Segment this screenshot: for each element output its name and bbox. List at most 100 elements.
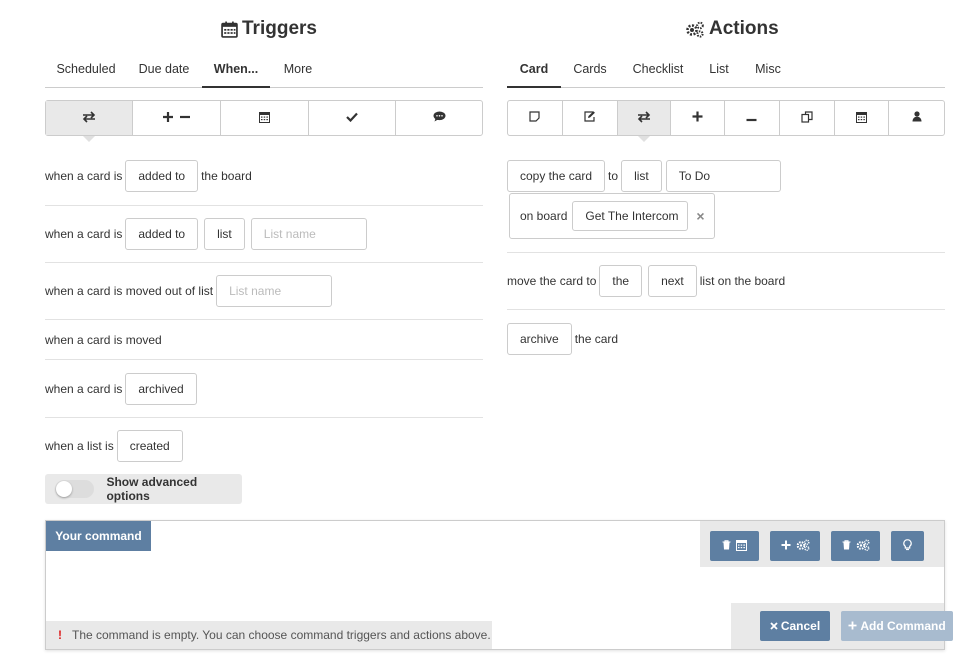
row-text: the card: [574, 332, 619, 346]
row-text: when a list is: [45, 439, 114, 453]
created-select[interactable]: created: [116, 430, 183, 462]
close-icon: [770, 619, 778, 633]
minus-icon: [746, 111, 757, 125]
copy-icon: [801, 110, 813, 126]
calendar-icon: [259, 111, 270, 126]
cancel-label: Cancel: [780, 619, 821, 633]
divider: [507, 252, 945, 253]
list-name-input[interactable]: To Do: [665, 160, 781, 192]
date-action-button[interactable]: [835, 101, 890, 135]
clear-icon[interactable]: ×: [696, 208, 704, 224]
add-command-label: Add Command: [860, 619, 946, 633]
divider: [45, 359, 483, 360]
copy-action-button[interactable]: [780, 101, 835, 135]
advanced-options-toggle[interactable]: Show advanced options: [45, 474, 242, 504]
calendar-icon: [221, 21, 238, 38]
add-remove-trigger-button[interactable]: [133, 101, 221, 135]
gears-icon: [856, 539, 870, 554]
tab-card[interactable]: Card: [507, 55, 561, 88]
tab-due-date[interactable]: Due date: [129, 55, 199, 88]
trigger-row-added-board[interactable]: when a card is added to the board: [45, 160, 252, 192]
gears-icon: [796, 539, 810, 554]
next-select[interactable]: next: [648, 265, 697, 297]
trigger-tabs: Scheduled Due date When... More: [45, 55, 483, 88]
trash-icon: [842, 539, 851, 553]
comment-icon: [433, 111, 446, 125]
move-action-button[interactable]: [617, 101, 672, 142]
trigger-row-moved-out[interactable]: when a card is moved out of list List na…: [45, 275, 335, 307]
comment-trigger-button[interactable]: [396, 101, 482, 135]
board-name-input[interactable]: Get The Intercom: [572, 201, 689, 231]
move-trigger-button[interactable]: [46, 101, 133, 142]
plus-icon: [692, 111, 703, 125]
divider: [45, 319, 483, 320]
triggers-title: Triggers: [242, 18, 317, 39]
row-text: when a card is moved out of list: [45, 284, 214, 298]
plus-icon: [848, 619, 857, 633]
trigger-row-moved[interactable]: when a card is moved: [45, 324, 162, 356]
row-text: when a card is moved: [45, 333, 162, 347]
added-to-select[interactable]: added to: [125, 218, 199, 250]
edit-icon: [584, 111, 596, 125]
archived-select[interactable]: archived: [125, 373, 197, 405]
clear-triggers-button[interactable]: [710, 531, 759, 561]
copy-card-select[interactable]: copy the card: [507, 160, 606, 192]
tab-misc[interactable]: Misc: [749, 55, 787, 88]
edit-action-button[interactable]: [563, 101, 618, 135]
action-row-copy[interactable]: copy the card to list To Do: [507, 160, 784, 192]
list-select[interactable]: list: [621, 160, 662, 192]
row-text: when a card is: [45, 382, 123, 396]
exchange-icon: [637, 110, 651, 126]
advanced-options-label: Show advanced options: [106, 475, 198, 503]
card-action-button[interactable]: [508, 101, 563, 135]
row-text: move the card to: [507, 274, 597, 288]
checklist-trigger-button[interactable]: [309, 101, 396, 135]
tab-scheduled[interactable]: Scheduled: [49, 55, 123, 88]
exchange-icon: [82, 110, 96, 126]
tab-more[interactable]: More: [276, 55, 320, 88]
action-icon-bar: [507, 100, 945, 142]
list-select[interactable]: list: [204, 218, 245, 250]
tab-when[interactable]: When...: [202, 55, 270, 88]
add-command-button[interactable]: Add Command: [841, 611, 953, 641]
clear-actions-button[interactable]: [831, 531, 880, 561]
cancel-button[interactable]: Cancel: [760, 611, 830, 641]
divider: [507, 309, 945, 310]
action-tabs: Card Cards Checklist List Misc: [507, 55, 945, 88]
member-action-button[interactable]: [889, 101, 944, 135]
check-icon: [346, 111, 358, 125]
action-row-archive[interactable]: archive the card: [507, 323, 618, 355]
trigger-row-archived[interactable]: when a card is archived: [45, 373, 200, 405]
ideas-button[interactable]: [891, 531, 924, 561]
list-name-input[interactable]: List name: [250, 218, 367, 250]
action-row-move[interactable]: move the card to the next list on the bo…: [507, 265, 785, 297]
calendar-icon: [736, 539, 747, 554]
trigger-row-added-list[interactable]: when a card is added to list List name: [45, 218, 370, 250]
divider: [45, 262, 483, 263]
trigger-row-list-created[interactable]: when a list is created: [45, 430, 186, 462]
command-status: ! The command is empty. You can choose c…: [46, 621, 492, 649]
tab-cards[interactable]: Cards: [567, 55, 613, 88]
the-select[interactable]: the: [599, 265, 643, 297]
plus-minus-icon: [162, 111, 191, 126]
plus-icon: [781, 539, 791, 553]
list-name-input[interactable]: List name: [216, 275, 333, 307]
command-tools: [700, 521, 944, 567]
row-text: when a card is: [45, 169, 123, 183]
add-action-button[interactable]: [671, 101, 725, 135]
gears-icon: [685, 21, 705, 38]
toggle-switch[interactable]: [55, 480, 95, 498]
row-text: on board: [520, 209, 568, 223]
remove-action-button[interactable]: [725, 101, 780, 135]
actions-heading: Actions: [685, 18, 779, 40]
lightbulb-icon: [903, 538, 912, 554]
tab-checklist[interactable]: Checklist: [627, 55, 689, 88]
row-text: when a card is: [45, 227, 123, 241]
added-to-select[interactable]: added to: [125, 160, 199, 192]
status-text: The command is empty. You can choose com…: [72, 628, 491, 642]
divider: [45, 417, 483, 418]
archive-select[interactable]: archive: [507, 323, 572, 355]
tab-list[interactable]: List: [703, 55, 735, 88]
date-trigger-button[interactable]: [221, 101, 309, 135]
add-action-tool-button[interactable]: [770, 531, 820, 561]
